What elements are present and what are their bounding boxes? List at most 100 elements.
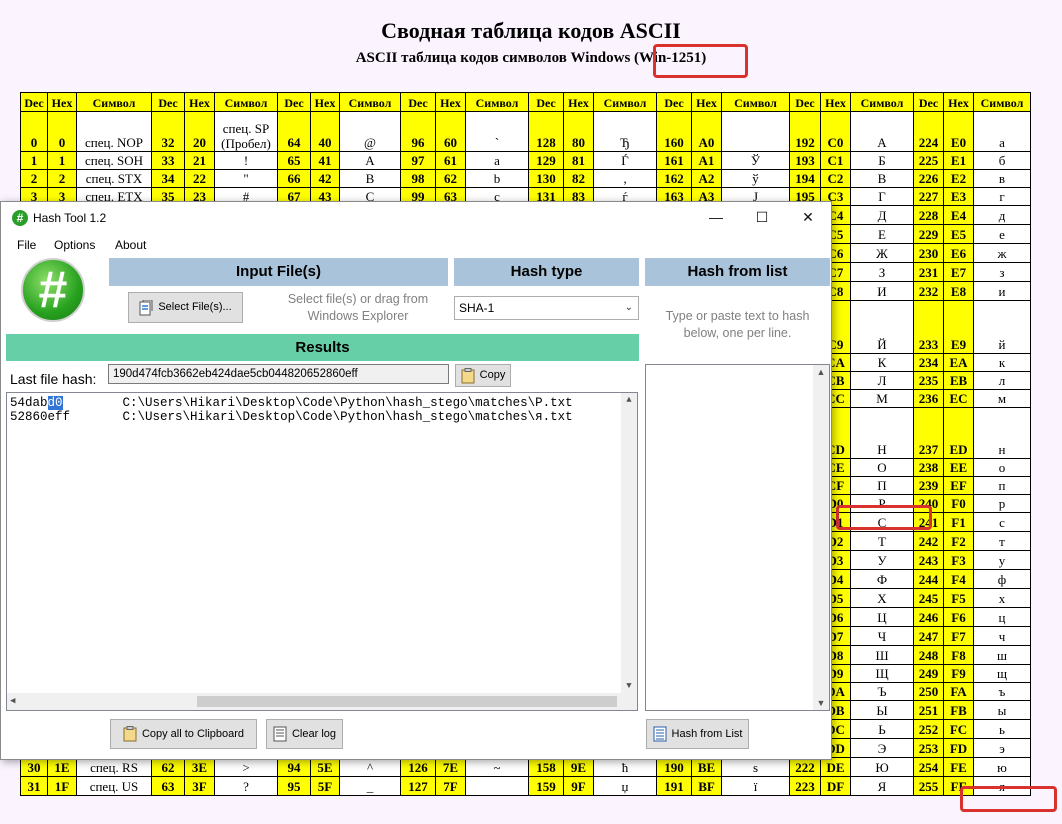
file-add-icon <box>139 299 153 315</box>
table-cell: 41 <box>310 151 340 170</box>
table-cell: щ <box>973 664 1031 683</box>
hash-tool-window: # Hash Tool 1.2 — ☐ ✕ File Options About… <box>0 201 832 760</box>
chevron-down-icon: ⌄ <box>624 302 633 313</box>
table-cell: 128 <box>528 111 564 152</box>
last-file-hash-field[interactable]: 190d474fcb3662eb424dae5cb044820652860eff <box>108 364 449 384</box>
column-header: Dec <box>528 92 564 112</box>
select-files-button[interactable]: Select File(s)... <box>128 292 243 323</box>
hash-type-select[interactable]: SHA-1 ⌄ <box>454 296 639 320</box>
table-cell: 5F <box>310 776 340 796</box>
table-cell: A0 <box>691 111 722 152</box>
column-header: Dec <box>913 92 944 112</box>
input-hint: Select file(s) or drag from Windows Expl… <box>267 291 449 325</box>
table-cell: > <box>214 757 278 777</box>
table-cell: у <box>973 550 1031 570</box>
table-cell: FC <box>943 719 974 739</box>
close-button[interactable]: ✕ <box>785 202 831 233</box>
table-cell: 7E <box>435 757 466 777</box>
table-cell: 64 <box>277 111 311 152</box>
table-cell: 234 <box>913 353 944 372</box>
scroll-left-arrow-icon[interactable]: ◀ <box>10 696 15 706</box>
table-cell: 228 <box>913 205 944 225</box>
menu-about[interactable]: About <box>115 238 146 252</box>
hash-from-list-button[interactable]: Hash from List <box>646 719 749 749</box>
table-cell: 62 <box>151 757 185 777</box>
scroll-up-arrow-icon[interactable]: ▲ <box>813 367 829 377</box>
log-file-path: C:\Users\Hikari\Desktop\Code\Python\hash… <box>70 410 573 424</box>
table-cell: F1 <box>943 512 974 532</box>
table-cell: Ь <box>850 719 914 739</box>
table-cell: 65 <box>277 151 311 170</box>
table-cell: 7F <box>435 776 466 796</box>
title-bar[interactable]: # Hash Tool 1.2 — ☐ ✕ <box>1 202 831 233</box>
scroll-down-arrow-icon[interactable]: ▼ <box>621 681 637 691</box>
table-cell: 33 <box>151 151 185 170</box>
table-cell: 231 <box>913 262 944 282</box>
table-cell: ь <box>973 719 1031 739</box>
table-cell: 95 <box>277 776 311 796</box>
table-cell: 252 <box>913 719 944 739</box>
table-cell: о <box>973 458 1031 477</box>
hash-list-textarea[interactable]: ▲ ▼ <box>645 364 830 711</box>
table-cell: 5E <box>310 757 340 777</box>
log-vertical-scrollbar[interactable]: ▲ ▼ <box>621 393 637 693</box>
table-cell: F7 <box>943 626 974 646</box>
log-horizontal-scrollbar[interactable]: ◀ <box>7 693 637 710</box>
table-cell: й <box>973 300 1031 354</box>
table-cell: ф <box>973 569 1031 589</box>
copy-all-button[interactable]: Copy all to Clipboard <box>110 719 257 749</box>
table-cell: 2 <box>47 169 77 188</box>
table-cell: 240 <box>913 494 944 513</box>
table-cell: F6 <box>943 607 974 627</box>
table-cell: П <box>850 476 914 495</box>
table-cell: 250 <box>913 682 944 701</box>
table-cell: EC <box>943 389 974 408</box>
minimize-button[interactable]: — <box>693 202 739 233</box>
table-cell: ш <box>973 645 1031 665</box>
hash-type-header: Hash type <box>454 258 639 286</box>
scroll-up-arrow-icon[interactable]: ▲ <box>621 395 637 405</box>
table-cell: Ы <box>850 700 914 720</box>
clear-log-button[interactable]: Clear log <box>266 719 343 749</box>
table-cell: 1F <box>47 776 77 796</box>
doc-subtitle: ASCII таблица кодов символов Windows (Wi… <box>355 50 707 66</box>
scroll-down-arrow-icon[interactable]: ▼ <box>813 698 829 708</box>
table-cell: 3E <box>184 757 215 777</box>
table-cell: b <box>465 169 529 188</box>
table-cell: ч <box>973 626 1031 646</box>
table-cell: 191 <box>656 776 692 796</box>
menu-options[interactable]: Options <box>54 238 95 252</box>
table-cell: " <box>214 169 278 188</box>
table-cell: В <box>850 169 914 188</box>
list-vertical-scrollbar[interactable]: ▲ ▼ <box>813 365 829 710</box>
results-log[interactable]: 54dabd0 C:\Users\Hikari\Desktop\Code\Pyt… <box>6 392 638 711</box>
column-header: Hex <box>47 92 77 112</box>
doc-title: Сводная таблица кодов ASCII <box>381 18 681 43</box>
table-cell: ц <box>973 607 1031 627</box>
table-cell: B <box>339 169 401 188</box>
table-cell: EA <box>943 353 974 372</box>
maximize-button[interactable]: ☐ <box>739 202 785 233</box>
table-cell: 3F <box>184 776 215 796</box>
column-header: Символ <box>973 92 1031 112</box>
copy-hash-button[interactable]: Copy <box>455 364 511 387</box>
log-line: 54dabd0 C:\Users\Hikari\Desktop\Code\Pyt… <box>10 396 573 410</box>
table-cell: Э <box>850 738 914 758</box>
menu-file[interactable]: File <box>17 238 36 252</box>
column-header: Hex <box>691 92 722 112</box>
hash-from-list-header: Hash from list <box>645 258 830 286</box>
table-cell: 247 <box>913 626 944 646</box>
column-header: Dec <box>277 92 311 112</box>
table-cell: 94 <box>277 757 311 777</box>
table-cell: ъ <box>973 682 1031 701</box>
table-cell: ED <box>943 407 974 459</box>
table-cell: Ж <box>850 243 914 263</box>
table-cell: @ <box>339 111 401 152</box>
table-cell: в <box>973 169 1031 188</box>
table-cell: E4 <box>943 205 974 225</box>
table-cell: Ѓ <box>593 151 657 170</box>
scroll-thumb[interactable] <box>197 696 617 707</box>
table-cell: 194 <box>789 169 821 188</box>
table-cell: ` <box>465 111 529 152</box>
table-cell: 42 <box>310 169 340 188</box>
